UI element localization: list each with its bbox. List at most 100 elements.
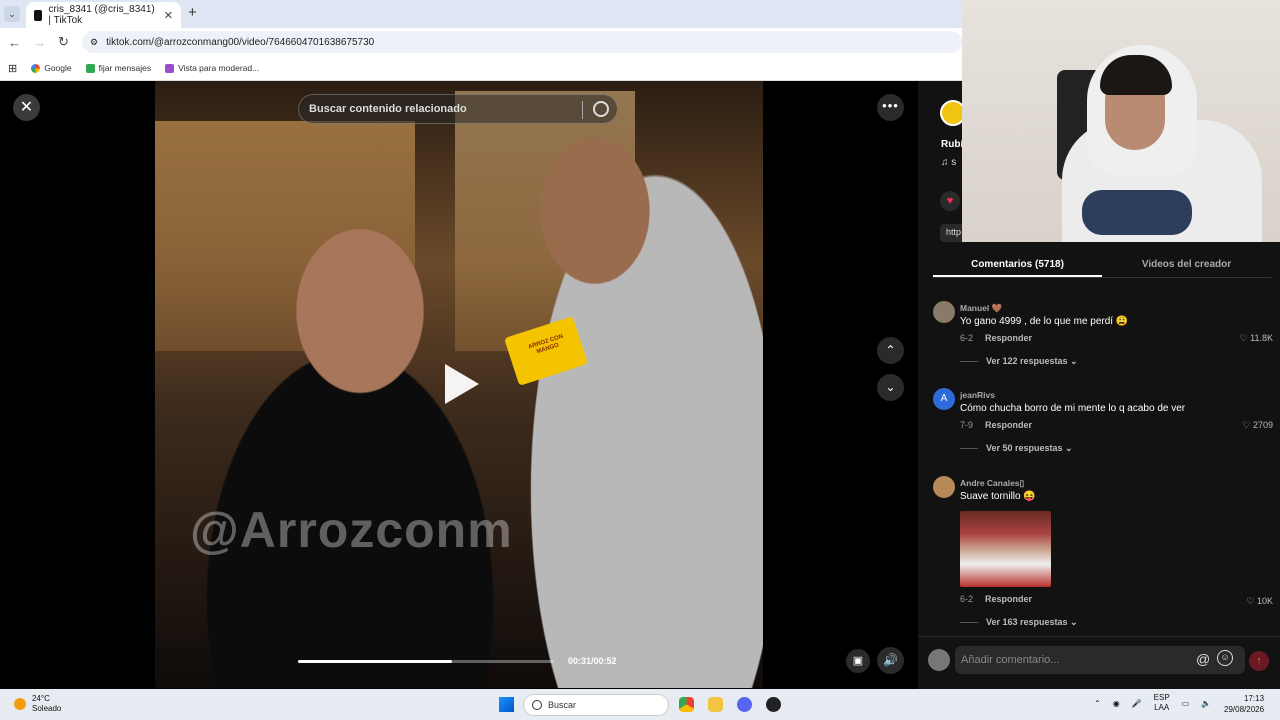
bookmarks-bar: ⊞ Google fijar mensajes Vista para moder…: [0, 56, 962, 81]
send-button[interactable]: ↑: [1249, 651, 1269, 671]
avatar[interactable]: A: [933, 388, 955, 410]
new-tab-button[interactable]: +: [188, 4, 197, 21]
tray-chevron-icon[interactable]: ⌃: [1094, 699, 1101, 708]
like-count: 10K: [1256, 596, 1273, 606]
search-divider: [582, 101, 583, 119]
tab-creator-videos[interactable]: Videos del creador: [1102, 250, 1271, 277]
comment-date: 6-2: [960, 333, 974, 343]
avatar[interactable]: [933, 476, 955, 498]
taskbar-search-label: Buscar: [548, 700, 577, 710]
browser-tab[interactable]: cris_8341 (@cris_8341) | TikTok ✕: [26, 2, 181, 28]
heart-outline-icon: ♡: [1242, 420, 1253, 430]
comment-meta: 7-9 Responder: [960, 420, 1032, 430]
windows-start-icon[interactable]: [499, 697, 514, 712]
my-avatar: [928, 649, 950, 671]
reply-button[interactable]: Responder: [985, 594, 1032, 604]
bookmark-label: Google: [44, 63, 72, 73]
tab-search-button[interactable]: ⌄: [4, 6, 20, 22]
forward-icon[interactable]: →: [33, 35, 46, 50]
tab-comments[interactable]: Comentarios (5718): [933, 250, 1102, 277]
comment-text: Yo gano 4999 , de lo que me perdí 😩: [960, 316, 1129, 327]
search-icon[interactable]: [593, 101, 609, 117]
microphone-icon[interactable]: 🎤: [1132, 699, 1142, 708]
comment-username[interactable]: Andre Canales▯: [960, 478, 1024, 489]
close-tab-icon[interactable]: ✕: [164, 9, 173, 22]
clock-date: 29/08/2026: [1224, 705, 1265, 714]
interviewer: [485, 111, 763, 688]
heart-outline-icon: ♡: [1246, 596, 1257, 606]
like-icon[interactable]: ♥: [940, 191, 960, 211]
music-label[interactable]: ♫ s: [941, 157, 956, 168]
reply-button[interactable]: Responder: [985, 333, 1032, 343]
related-search-input[interactable]: Buscar contenido relacionado: [298, 94, 618, 124]
obs-icon[interactable]: [766, 697, 781, 712]
heart-outline-icon: ♡: [1239, 333, 1251, 343]
view-replies-button[interactable]: Ver 163 respuestas ⌄: [960, 617, 1078, 628]
discord-icon[interactable]: [737, 697, 752, 712]
close-video-button[interactable]: ✕: [13, 94, 40, 121]
file-explorer-icon[interactable]: [708, 697, 723, 712]
avatar[interactable]: [933, 301, 955, 323]
language-indicator[interactable]: ESP LAA: [1154, 693, 1170, 713]
panel-tabs: Comentarios (5718) Videos del creador: [933, 250, 1271, 278]
address-bar[interactable]: ⚙ tiktok.com/@arrozconmang00/video/76466…: [82, 31, 962, 53]
comment-like-count[interactable]: ♡ 2709: [1242, 420, 1273, 431]
comment-meta: 6-2 Responder: [960, 333, 1032, 343]
bookmark-fijar-mensajes[interactable]: fijar mensajes: [85, 63, 152, 73]
apps-grid-icon[interactable]: ⊞: [8, 62, 17, 75]
weather-text: 24°C Soleado: [32, 694, 61, 714]
hoodie-logo: [1082, 190, 1192, 235]
next-video-button[interactable]: ⌄: [877, 374, 904, 401]
reload-icon[interactable]: ↻: [58, 34, 69, 50]
comment-like-count[interactable]: ♡ 11.8K: [1240, 333, 1273, 344]
bookmark-label: fijar mensajes: [98, 63, 152, 73]
picture-in-picture-button[interactable]: ▣: [846, 649, 870, 673]
video-time: 00:31/00:52: [568, 656, 617, 666]
like-count: 2709: [1252, 420, 1273, 430]
search-placeholder: Buscar contenido relacionado: [309, 103, 467, 115]
view-replies-button[interactable]: Ver 50 respuestas ⌄: [960, 443, 1073, 454]
comment-date: 7-9: [960, 420, 974, 430]
view-replies-button[interactable]: Ver 122 respuestas ⌄: [960, 356, 1078, 367]
emoji-icon[interactable]: ☺: [1217, 650, 1233, 666]
weather-widget[interactable]: 24°C Soleado: [14, 694, 61, 714]
comment-gif-image[interactable]: [960, 511, 1051, 587]
site-info-icon[interactable]: ⚙: [90, 37, 98, 48]
url-text: tiktok.com/@arrozconmang00/video/7646604…: [106, 36, 375, 48]
comment-item: Manuel 🤎 Yo gano 4999 , de lo que me per…: [933, 301, 1273, 371]
like-count: 11.8K: [1250, 333, 1273, 343]
clock[interactable]: 17:13 29/08/2026: [1224, 693, 1264, 715]
bookmark-label: Vista para moderad...: [178, 63, 260, 73]
sun-icon: [14, 698, 26, 710]
interviewee: [175, 201, 495, 688]
comment-item: A jeanRivs Cómo chucha borro de mi mente…: [933, 388, 1273, 458]
reply-button[interactable]: Responder: [985, 420, 1032, 430]
speaker-icon[interactable]: 🔈: [1201, 699, 1211, 708]
video-progress-bar[interactable]: [298, 660, 554, 663]
search-icon: [532, 700, 542, 710]
comment-text: Suave tornillo 😝: [960, 491, 1036, 502]
comment-date: 6-2: [960, 594, 974, 604]
comment-text: Cómo chucha borro de mi mente lo q acabo…: [960, 403, 1186, 414]
volume-button[interactable]: 🔊: [877, 647, 904, 674]
play-icon[interactable]: [445, 364, 479, 404]
previous-video-button[interactable]: ⌃: [877, 337, 904, 364]
comment-username[interactable]: Manuel 🤎: [960, 303, 1002, 314]
comment-username[interactable]: jeanRivs: [960, 390, 995, 400]
twitch-icon: [165, 63, 175, 73]
lang-primary: ESP: [1153, 693, 1170, 702]
windows-taskbar: 24°C Soleado Buscar ⌃ ◉ 🎤 ESP LAA ▭ 🔈 17:1…: [0, 689, 1280, 720]
taskbar-search[interactable]: Buscar: [523, 694, 669, 716]
more-options-button[interactable]: •••: [877, 94, 904, 121]
back-icon[interactable]: ←: [8, 35, 21, 50]
network-icon[interactable]: ◉: [1113, 699, 1120, 708]
display-icon[interactable]: ▭: [1182, 699, 1190, 708]
comment-like-count[interactable]: ♡ 10K: [1246, 596, 1273, 607]
bookmark-vista-moderador[interactable]: Vista para moderad...: [165, 63, 259, 73]
clock-time: 17:13: [1244, 694, 1265, 703]
bookmark-google[interactable]: Google: [31, 63, 72, 73]
creator-name[interactable]: Rubí: [941, 139, 963, 150]
mention-icon[interactable]: @: [1196, 651, 1210, 667]
weather-condition: Soleado: [32, 704, 62, 713]
chrome-icon[interactable]: [679, 697, 694, 712]
